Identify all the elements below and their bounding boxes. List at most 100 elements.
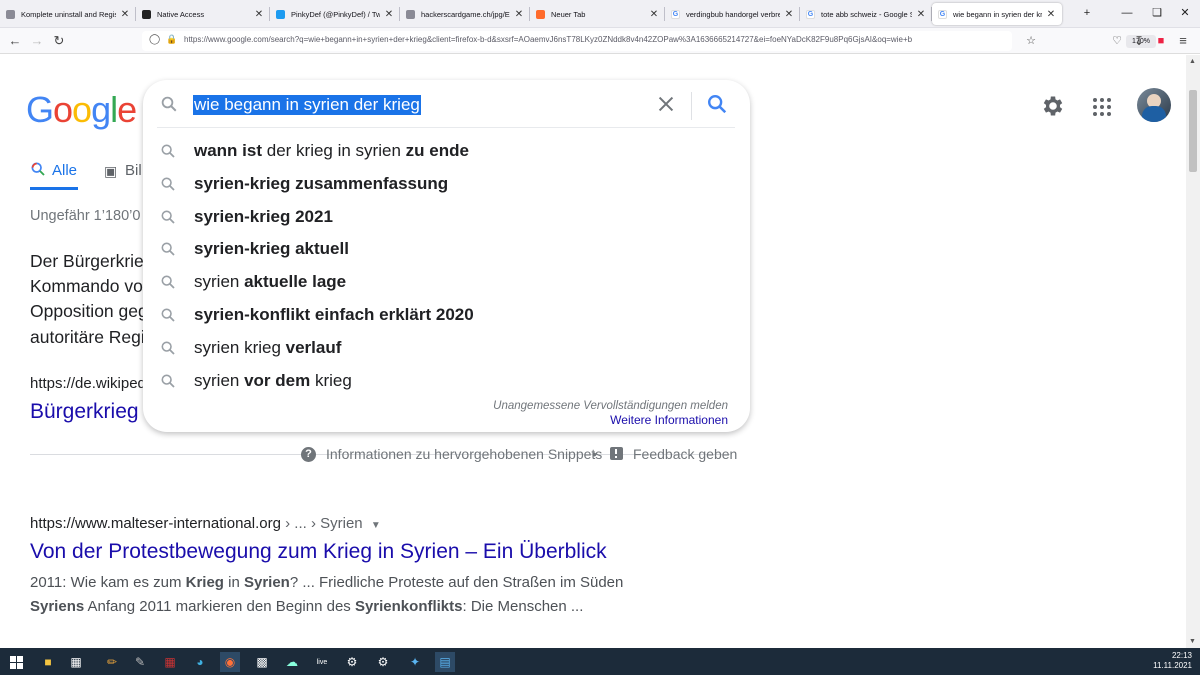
- media-icon[interactable]: ⚙: [342, 652, 362, 672]
- file-explorer-icon[interactable]: ■: [38, 652, 58, 672]
- search-icon: [160, 176, 178, 194]
- shield-icon[interactable]: ◯: [149, 34, 160, 45]
- google-logo[interactable]: Google: [26, 89, 137, 131]
- bold-text: syrien-konflikt einfach erklärt 2020: [194, 305, 474, 324]
- close-tab-icon[interactable]: ✕: [254, 9, 264, 20]
- feedback-icon[interactable]: [610, 447, 623, 460]
- snippet-title-link[interactable]: Bürgerkrieg: [30, 400, 139, 424]
- result-cite[interactable]: https://www.malteser-international.org ›…: [30, 515, 381, 532]
- page-content: Google Alle ▣ Bil Ungefähr 1’180’0 Der B…: [0, 55, 1186, 648]
- search-input[interactable]: wie begann in syrien der krieg: [193, 95, 421, 115]
- twitter-icon: [276, 9, 285, 19]
- close-window-button[interactable]: ✕: [1170, 4, 1200, 22]
- clear-icon[interactable]: [655, 93, 677, 115]
- calculator-icon[interactable]: ▦: [160, 652, 180, 672]
- store-icon[interactable]: ▦: [66, 652, 86, 672]
- tab-images[interactable]: Bil: [125, 162, 142, 179]
- windows-start-icon[interactable]: [6, 652, 26, 672]
- close-tab-icon[interactable]: ✕: [916, 9, 926, 20]
- browser-tab[interactable]: Native Access ✕: [136, 2, 270, 26]
- extension-icon[interactable]: ■: [1152, 32, 1170, 50]
- result-title-link[interactable]: Von der Protestbewegung zum Krieg in Syr…: [30, 540, 607, 564]
- download-icon[interactable]: ↧: [1130, 32, 1148, 50]
- app-icon[interactable]: ▩: [252, 652, 272, 672]
- scrollbar[interactable]: ▲ ▼: [1186, 55, 1200, 648]
- suggestion-item[interactable]: syrien-krieg 2021: [143, 202, 750, 234]
- search-icon: [160, 143, 178, 161]
- scrollbar-thumb[interactable]: [1189, 90, 1197, 172]
- browser-tab[interactable]: Neuer Tab ✕: [530, 2, 665, 26]
- back-icon[interactable]: ←: [6, 32, 24, 50]
- snippet-info-link[interactable]: Informationen zu hervorgehobenen Snippet…: [326, 446, 602, 462]
- browser-tab[interactable]: Komplete uninstall and Regis ✕: [0, 2, 136, 26]
- address-bar[interactable]: ◯ 🔒 https://www.google.com/search?q=wie+…: [142, 31, 1156, 51]
- suggestion-item[interactable]: syrien aktuelle lage: [143, 267, 750, 299]
- browser-tab[interactable]: Gwie begann in syrien der krieg ✕: [932, 3, 1062, 25]
- paint-icon[interactable]: ✏: [102, 652, 122, 672]
- report-completions-link[interactable]: Unangemessene Vervollständigungen melden: [493, 400, 728, 412]
- search-icon: [160, 307, 178, 325]
- image-icon[interactable]: ▣: [104, 163, 117, 180]
- apps-grid-icon[interactable]: [1092, 97, 1112, 117]
- lock-icon[interactable]: 🔒: [166, 34, 177, 45]
- tab-strip: Komplete uninstall and Regis ✕ Native Acce…: [0, 0, 1200, 28]
- close-tab-icon[interactable]: ✕: [384, 9, 394, 20]
- suggestion-item[interactable]: syrien-krieg aktuell: [143, 234, 750, 266]
- browser-tab[interactable]: Gtote abb schweiz - Google Su ✕: [800, 2, 932, 26]
- new-tab-button[interactable]: +: [1072, 4, 1102, 22]
- snippet-url[interactable]: https://de.wikiped: [30, 375, 146, 392]
- divider: [157, 127, 735, 128]
- snippet-line: autoritäre Regi: [30, 327, 145, 347]
- suggestion-item[interactable]: syrien vor dem krieg: [143, 366, 750, 398]
- close-tab-icon[interactable]: ✕: [649, 9, 659, 20]
- close-tab-icon[interactable]: ✕: [514, 9, 524, 20]
- suggestion-text: syrien vor dem krieg: [194, 371, 352, 391]
- url-text[interactable]: https://www.google.com/search?q=wie+bega…: [184, 35, 944, 44]
- close-tab-icon[interactable]: ✕: [120, 9, 130, 20]
- star-icon[interactable]: ☆: [1022, 32, 1040, 50]
- clock[interactable]: 22:13 11.11.2021: [1153, 651, 1192, 671]
- firefox-icon[interactable]: ◉: [220, 652, 240, 672]
- suggestion-item[interactable]: syrien-konflikt einfach erklärt 2020: [143, 300, 750, 332]
- more-info-link[interactable]: Weitere Informationen: [610, 413, 728, 427]
- search-tab-icon[interactable]: [30, 161, 48, 179]
- scroll-down-icon[interactable]: ▼: [1189, 638, 1196, 645]
- close-tab-icon[interactable]: ✕: [784, 9, 794, 20]
- reload-icon[interactable]: ↻: [50, 32, 68, 50]
- menu-icon[interactable]: ≡: [1174, 32, 1192, 50]
- taskbar: ■ ▦ ✏ ✎ ▦ ◕ ◉ ▩ ☁ live ⚙ ⚙ ✦ ▤ 22:13 11.…: [0, 648, 1200, 675]
- ableton-live-icon[interactable]: live: [312, 652, 332, 672]
- maximize-button[interactable]: ❏: [1142, 4, 1172, 22]
- suggestion-item[interactable]: wann ist der krieg in syrien zu ende: [143, 136, 750, 168]
- browser-tab[interactable]: hackerscardgame.ch/jpg/EN/#al ✕: [400, 2, 530, 26]
- close-tab-icon[interactable]: ✕: [1046, 9, 1056, 20]
- forward-icon[interactable]: →: [28, 32, 46, 50]
- search-submit-icon[interactable]: [706, 93, 730, 117]
- tab-all[interactable]: Alle: [52, 162, 77, 179]
- browser-tab[interactable]: Gverdingbub handorgel verbre ✕: [665, 2, 800, 26]
- suggestion-text: syrien-krieg zusammenfassung: [194, 174, 448, 194]
- avatar[interactable]: [1137, 88, 1171, 122]
- browser-tab[interactable]: PinkyDef (@PinkyDef) / Twitt ✕: [270, 2, 400, 26]
- pocket-icon[interactable]: ♡: [1108, 32, 1126, 50]
- suggestion-text: syrien-krieg aktuell: [194, 239, 349, 259]
- settings-icon[interactable]: ⚙: [373, 652, 393, 672]
- scroll-up-icon[interactable]: ▲: [1189, 58, 1196, 65]
- window-app-icon[interactable]: ▤: [435, 652, 455, 672]
- edge-icon[interactable]: ◕: [190, 652, 210, 672]
- pen-icon[interactable]: ✎: [130, 652, 150, 672]
- tab-title: hackerscardgame.ch/jpg/EN/#al: [421, 9, 510, 19]
- help-icon[interactable]: ?: [301, 447, 316, 462]
- minimize-button[interactable]: —: [1112, 4, 1142, 22]
- settings-gear-icon[interactable]: [1040, 93, 1066, 119]
- clock-date: 11.11.2021: [1153, 661, 1192, 670]
- suggestion-item[interactable]: syrien-krieg zusammenfassung: [143, 169, 750, 201]
- feedback-link[interactable]: Feedback geben: [633, 446, 737, 462]
- suggestion-item[interactable]: syrien krieg verlauf: [143, 333, 750, 365]
- result-cite-domain[interactable]: https://www.malteser-international.org: [30, 515, 281, 532]
- more-options-icon[interactable]: ▼: [371, 520, 381, 531]
- bold-text: Syrien: [243, 574, 290, 591]
- cloud-icon[interactable]: ☁: [282, 652, 302, 672]
- cursor-app-icon[interactable]: ✦: [405, 652, 425, 672]
- suggestion-text: syrien aktuelle lage: [194, 272, 346, 292]
